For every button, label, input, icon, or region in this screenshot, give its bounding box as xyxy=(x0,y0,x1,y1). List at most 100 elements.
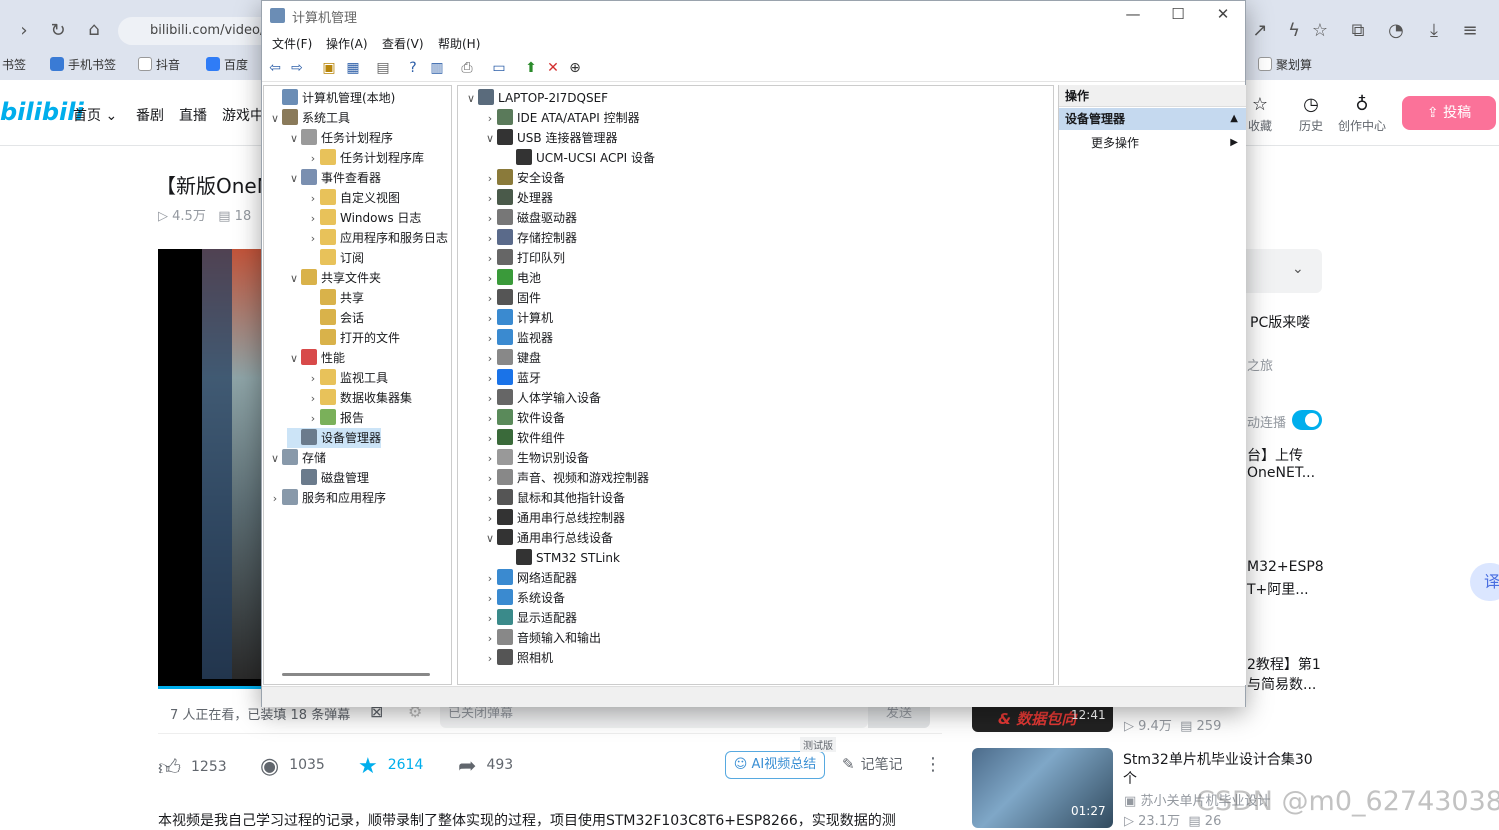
device-tree-node[interactable]: › 监视器 xyxy=(483,328,553,348)
maximize-button[interactable]: ☐ xyxy=(1155,5,1201,23)
expand-chevron-icon[interactable]: › xyxy=(483,569,497,589)
menu-help[interactable]: 帮助(H) xyxy=(438,35,480,52)
expand-chevron-icon[interactable]: › xyxy=(483,489,497,509)
help-icon[interactable]: ? xyxy=(404,59,422,77)
more-actions[interactable]: 更多操作 ▶ xyxy=(1059,132,1246,154)
menu-action[interactable]: 操作(A) xyxy=(326,35,368,52)
collapse-chevron-icon[interactable]: ∨ xyxy=(268,109,282,129)
console-tree-node[interactable]: ∨ 系统工具 xyxy=(268,108,350,128)
scan-hardware-icon[interactable]: ▭ xyxy=(490,59,508,77)
reload-icon[interactable]: ↻ xyxy=(48,20,68,41)
expand-chevron-icon[interactable]: › xyxy=(306,369,320,389)
collapse-chevron-icon[interactable]: ∨ xyxy=(483,129,497,149)
download-icon[interactable]: ⤓ xyxy=(1424,20,1444,41)
expand-chevron-icon[interactable]: › xyxy=(483,509,497,529)
lightning-icon[interactable]: ϟ xyxy=(1284,20,1304,41)
device-tree-node[interactable]: › 显示适配器 xyxy=(483,608,577,628)
expand-chevron-icon[interactable]: › xyxy=(483,469,497,489)
rec-title[interactable]: OneNET... xyxy=(1247,465,1315,481)
bookmark-item[interactable]: 手机书签 xyxy=(50,56,116,73)
bili-logo[interactable]: bilibili xyxy=(0,98,84,126)
device-tree-node[interactable]: › 通用串行总线控制器 xyxy=(483,508,625,528)
forward-icon[interactable]: ⇨ xyxy=(288,59,306,77)
favorite-button[interactable]: ★ 2614 xyxy=(358,754,423,779)
expand-chevron-icon[interactable]: › xyxy=(483,429,497,449)
device-tree-node[interactable]: › 系统设备 xyxy=(483,588,565,608)
console-tree-node[interactable]: ∨ 存储 xyxy=(268,448,326,468)
rec-thumbnail[interactable]: 01:27 xyxy=(972,748,1113,828)
device-tree-node[interactable]: › 蓝牙 xyxy=(483,368,541,388)
nav-creator[interactable]: ♁ 创作中心 xyxy=(1334,94,1390,134)
expand-chevron-icon[interactable]: › xyxy=(268,489,282,509)
expand-chevron-icon[interactable]: › xyxy=(483,349,497,369)
rec-title[interactable]: 台】上传 xyxy=(1247,445,1303,465)
expand-chevron-icon[interactable]: › xyxy=(483,629,497,649)
expand-chevron-icon[interactable]: › xyxy=(483,189,497,209)
star-icon[interactable]: ☆ xyxy=(1310,20,1330,41)
device-tree-node[interactable]: › 鼠标和其他指针设备 xyxy=(483,488,625,508)
console-tree-node[interactable]: ∨ 性能 xyxy=(287,348,345,368)
like-button[interactable]: 👍︎ 1253 xyxy=(158,754,227,781)
expand-chevron-icon[interactable]: › xyxy=(483,369,497,389)
rec-title[interactable]: Stm32单片机毕业设计合集30 xyxy=(1123,749,1313,769)
expand-chevron-icon[interactable]: › xyxy=(483,389,497,409)
console-tree-node[interactable]: › 数据收集器集 xyxy=(306,388,412,408)
device-tree-node[interactable]: › 固件 xyxy=(483,288,541,308)
close-button[interactable]: ✕ xyxy=(1200,5,1246,23)
expand-chevron-icon[interactable]: › xyxy=(306,409,320,429)
bookmark-item[interactable]: 抖音 xyxy=(138,56,180,73)
disable-device-icon[interactable]: ⊕ xyxy=(566,59,584,77)
device-tree-node[interactable]: › 电池 xyxy=(483,268,541,288)
expand-chevron-icon[interactable]: › xyxy=(483,649,497,669)
address-bar[interactable]: bilibili.com/video/B xyxy=(118,17,278,45)
expand-chevron-icon[interactable]: › xyxy=(483,249,497,269)
expand-chevron-icon[interactable]: › xyxy=(483,109,497,129)
device-tree-node[interactable]: › IDE ATA/ATAPI 控制器 xyxy=(483,108,640,128)
share-button[interactable]: ➦ 493 xyxy=(458,754,513,779)
device-tree-node[interactable]: › 音频输入和输出 xyxy=(483,628,601,648)
expand-chevron-icon[interactable]: › xyxy=(483,269,497,289)
rec-title[interactable]: T+阿里... xyxy=(1247,579,1309,599)
device-tree-node[interactable]: › 生物识别设备 xyxy=(483,448,589,468)
console-tree-node[interactable]: 设备管理器 xyxy=(287,428,382,448)
expand-chevron-icon[interactable]: › xyxy=(483,589,497,609)
autoplay-toggle[interactable] xyxy=(1292,410,1322,430)
device-tree-node[interactable]: › 磁盘驱动器 xyxy=(483,208,577,228)
collapse-chevron-icon[interactable]: ∨ xyxy=(464,89,478,109)
device-tree-node[interactable]: › 处理器 xyxy=(483,188,553,208)
expand-chevron-icon[interactable]: › xyxy=(483,609,497,629)
console-tree-node[interactable]: 计算机管理(本地) xyxy=(268,88,395,108)
collapse-chevron-icon[interactable]: ∨ xyxy=(287,269,301,289)
collapse-chevron-icon[interactable]: ∨ xyxy=(287,129,301,149)
device-tree-node[interactable]: › 声音、视频和游戏控制器 xyxy=(483,468,649,488)
device-tree-node[interactable]: STM32 STLink xyxy=(502,548,620,568)
console-tree-node[interactable]: 打开的文件 xyxy=(306,328,400,348)
home-icon[interactable]: ⌂ xyxy=(84,19,104,40)
nav-history[interactable]: ◷ 历史 xyxy=(1283,94,1339,134)
console-tree-node[interactable]: 共享 xyxy=(306,288,364,308)
share-icon[interactable]: ↗ xyxy=(1250,20,1270,41)
expand-chevron-icon[interactable]: › xyxy=(483,409,497,429)
expand-chevron-icon[interactable]: › xyxy=(306,209,320,229)
device-tree-node[interactable]: ∨ 通用串行总线设备 xyxy=(483,528,613,548)
console-tree-node[interactable]: ∨ 共享文件夹 xyxy=(287,268,381,288)
rec-title[interactable]: 2教程】第1 xyxy=(1247,654,1321,674)
up-folder-icon[interactable]: ▣ xyxy=(320,59,338,77)
bookmark-item[interactable]: 聚划算 xyxy=(1258,56,1312,73)
expand-chevron-icon[interactable]: › xyxy=(306,149,320,169)
console-tree-node[interactable]: 会话 xyxy=(306,308,364,328)
translate-button[interactable]: 译 xyxy=(1470,563,1499,601)
expand-chevron-icon[interactable]: › xyxy=(483,229,497,249)
expand-chevron-icon[interactable]: › xyxy=(306,229,320,249)
nav-anime[interactable]: 番剧 xyxy=(136,105,164,125)
menu-view[interactable]: 查看(V) xyxy=(382,35,424,52)
expand-chevron-icon[interactable]: › xyxy=(483,209,497,229)
expand-chevron-icon[interactable]: › xyxy=(483,169,497,189)
update-driver-icon[interactable]: ⬆ xyxy=(522,59,540,77)
back-icon[interactable]: ⇦ xyxy=(266,59,284,77)
collapse-chevron-icon[interactable]: ∨ xyxy=(287,169,301,189)
console-tree-node[interactable]: › 任务计划程序库 xyxy=(306,148,424,168)
ai-summary-button[interactable]: ☺ AI视频总结 xyxy=(725,751,825,779)
extensions-icon[interactable]: ⧉ xyxy=(1348,20,1368,41)
progress-bar[interactable] xyxy=(158,686,262,689)
